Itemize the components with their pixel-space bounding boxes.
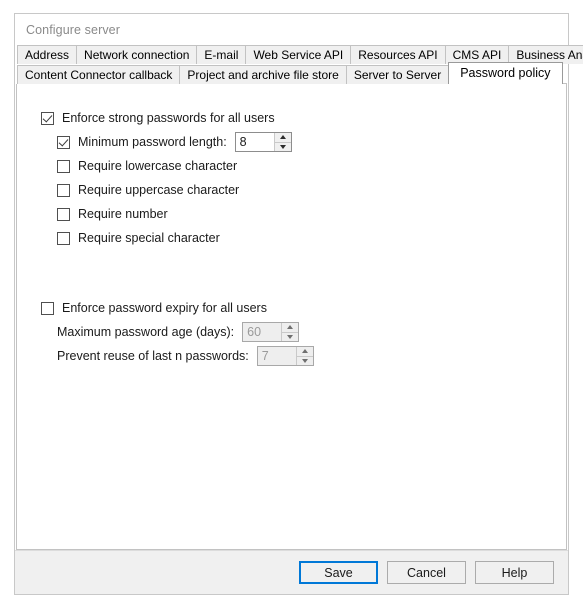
help-button[interactable]: Help [475, 561, 554, 584]
dialog-button-bar: Save Cancel Help [15, 550, 568, 594]
caret-up-icon [301, 349, 308, 354]
tab-label: Server to Server [353, 68, 442, 82]
require-special-character-checkbox[interactable] [57, 231, 70, 245]
stepper-up-button[interactable] [296, 347, 313, 357]
row-minimum-password-length[interactable]: Minimum password length: 8 [17, 130, 566, 154]
row-enforce-strong-passwords[interactable]: Enforce strong passwords for all users [17, 106, 566, 130]
require-uppercase-checkbox[interactable] [57, 183, 70, 197]
require-lowercase-checkbox[interactable] [57, 159, 70, 173]
stepper-up-button[interactable] [282, 323, 299, 333]
tab-label: Web Service API [253, 48, 344, 62]
enforce-strong-passwords-label: Enforce strong passwords for all users [62, 111, 275, 125]
dialog-title: Configure server [26, 22, 121, 37]
maximum-password-age-value[interactable]: 60 [243, 323, 282, 341]
require-number-checkbox[interactable] [57, 207, 70, 221]
tab-label: CMS API [452, 48, 502, 62]
minimum-password-length-label: Minimum password length: [78, 135, 227, 149]
stepper-buttons [281, 323, 299, 341]
tab-label: Resources API [358, 48, 438, 62]
row-prevent-reuse: Prevent reuse of last n passwords: 7 [17, 344, 566, 368]
row-require-uppercase[interactable]: Require uppercase character [17, 178, 566, 202]
row-require-lowercase[interactable]: Require lowercase character [17, 154, 566, 178]
caret-up-icon [287, 325, 294, 330]
prevent-reuse-stepper[interactable]: 7 [256, 346, 314, 366]
tab-control: Address Network connection E-mail Web Se… [16, 45, 583, 550]
caret-up-icon [279, 135, 286, 140]
tab-row-2: Content Connector callback Project and a… [17, 62, 567, 85]
cancel-button[interactable]: Cancel [387, 561, 466, 584]
maximum-password-age-label: Maximum password age (days): [57, 325, 235, 339]
stepper-up-button[interactable] [274, 133, 291, 143]
enforce-strong-passwords-checkbox[interactable] [41, 111, 54, 125]
require-lowercase-label: Require lowercase character [78, 159, 238, 173]
stepper-down-button[interactable] [274, 142, 291, 151]
tab-password-policy[interactable]: Password policy [448, 62, 563, 85]
caret-down-icon [279, 144, 286, 149]
row-maximum-password-age: Maximum password age (days): 60 [17, 320, 566, 344]
row-require-number[interactable]: Require number [17, 202, 566, 226]
tab-server-to-server[interactable]: Server to Server [345, 65, 450, 84]
require-number-label: Require number [78, 207, 168, 221]
tab-web-service-api[interactable]: Web Service API [245, 45, 352, 64]
enforce-password-expiry-label: Enforce password expiry for all users [62, 301, 267, 315]
stepper-buttons [273, 133, 291, 151]
configure-server-dialog: Configure server Address Network connect… [14, 13, 583, 595]
enforce-password-expiry-checkbox[interactable] [41, 301, 54, 315]
save-button[interactable]: Save [299, 561, 378, 584]
minimum-password-length-value[interactable]: 8 [235, 133, 274, 151]
prevent-reuse-value[interactable]: 7 [257, 347, 296, 365]
tab-label: Business Analytics API [516, 48, 583, 62]
stepper-down-button[interactable] [296, 356, 313, 365]
tab-address[interactable]: Address [17, 45, 78, 64]
password-policy-form: Enforce strong passwords for all users M… [17, 84, 566, 549]
tab-project-and-archive-file-store[interactable]: Project and archive file store [179, 65, 347, 84]
stepper-buttons [295, 347, 313, 365]
tab-content-connector-callback[interactable]: Content Connector callback [17, 65, 181, 84]
row-require-special-character[interactable]: Require special character [17, 226, 566, 250]
tab-resources-api[interactable]: Resources API [350, 45, 446, 64]
tab-label: Project and archive file store [187, 68, 339, 82]
maximum-password-age-stepper[interactable]: 60 [242, 322, 300, 342]
caret-down-icon [287, 334, 294, 339]
minimum-password-length-stepper[interactable]: 8 [234, 132, 292, 152]
caret-down-icon [301, 358, 308, 363]
require-special-character-label: Require special character [78, 231, 220, 245]
tab-label: Content Connector callback [25, 68, 173, 82]
tab-label: E-mail [204, 48, 239, 62]
tab-strip: Address Network connection E-mail Web Se… [16, 45, 583, 85]
dialog-titlebar: Configure server [15, 14, 568, 45]
password-policy-panel: Enforce strong passwords for all users M… [16, 84, 567, 550]
stepper-down-button[interactable] [282, 332, 299, 341]
row-enforce-password-expiry[interactable]: Enforce password expiry for all users [17, 296, 566, 320]
tab-e-mail[interactable]: E-mail [196, 45, 247, 64]
tab-network-connection[interactable]: Network connection [76, 45, 198, 64]
tab-label: Address [25, 48, 70, 62]
require-uppercase-label: Require uppercase character [78, 183, 240, 197]
prevent-reuse-label: Prevent reuse of last n passwords: [57, 349, 249, 363]
minimum-password-length-checkbox[interactable] [57, 135, 70, 149]
tab-label: Password policy [460, 66, 551, 81]
tab-label: Network connection [84, 48, 190, 62]
